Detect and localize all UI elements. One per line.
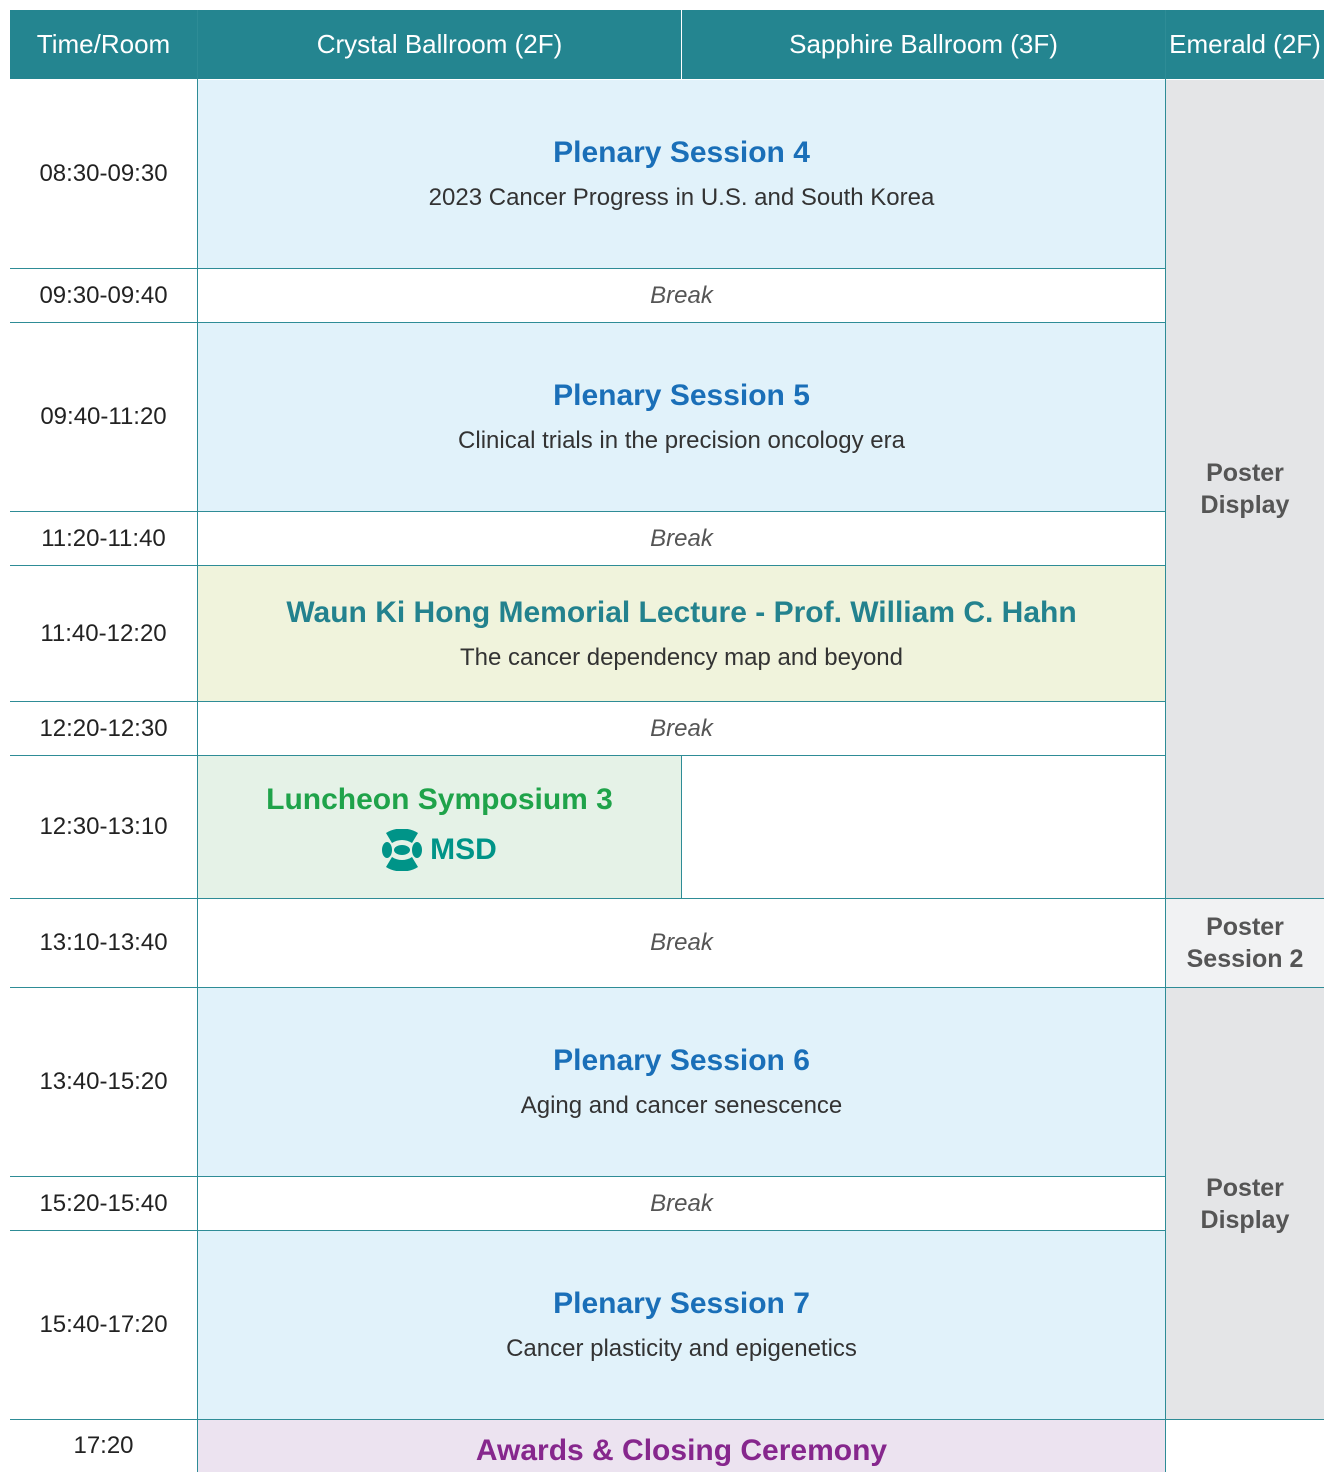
poster-session-2: Poster Session 2	[1166, 899, 1324, 987]
session-subtitle: 2023 Cancer Progress in U.S. and South K…	[428, 184, 935, 211]
time-label: 12:20-12:30	[39, 714, 168, 742]
time-cell: 09:30-09:40	[10, 269, 197, 322]
plenary-session-7: Plenary Session 7 Cancer plasticity and …	[198, 1231, 1165, 1419]
header-crystal-ballroom-label: Crystal Ballroom (2F)	[316, 29, 563, 59]
header-time-room: Time/Room	[10, 10, 197, 79]
header-time-room-label: Time/Room	[36, 29, 171, 59]
session-title: Luncheon Symposium 3	[266, 783, 613, 816]
header-sapphire-ballroom: Sapphire Ballroom (3F)	[682, 10, 1165, 79]
row-divider	[10, 898, 1324, 899]
time-label: 12:30-13:10	[39, 813, 168, 840]
poster-display-line1: Poster	[1206, 1173, 1284, 1202]
column-divider	[681, 756, 682, 898]
msd-logo-text: MSD	[430, 833, 497, 866]
poster-display-line1: Poster	[1206, 459, 1284, 487]
column-divider	[681, 10, 682, 79]
time-cell: 13:40-15:20	[10, 988, 197, 1176]
time-label: 11:20-11:40	[41, 524, 166, 552]
break-label: Break	[650, 929, 713, 956]
memorial-lecture: Waun Ki Hong Memorial Lecture - Prof. Wi…	[198, 566, 1165, 701]
session-title: Waun Ki Hong Memorial Lecture - Prof. Wi…	[286, 595, 1077, 629]
header-sapphire-ballroom-label: Sapphire Ballroom (3F)	[789, 29, 1058, 59]
time-label: 11:40-12:20	[40, 619, 167, 647]
break-cell: Break	[198, 702, 1165, 755]
poster-display-line2: Display	[1200, 491, 1290, 519]
break-cell: Break	[198, 1177, 1165, 1230]
conference-schedule: Time/Room Crystal Ballroom (2F) Sapphire…	[0, 0, 1324, 1472]
header-crystal-ballroom: Crystal Ballroom (2F)	[198, 10, 681, 79]
poster-display-morning: Poster Display	[1166, 80, 1324, 898]
poster-display-afternoon: Poster Display	[1166, 988, 1324, 1419]
poster-session-line1: Poster	[1206, 913, 1284, 941]
row-divider	[10, 755, 1166, 756]
break-cell: Break	[198, 899, 1165, 987]
time-label: 17:20	[73, 1432, 134, 1459]
luncheon-symposium-3: Luncheon Symposium 3 MSD	[198, 756, 681, 898]
time-label: 09:30-09:40	[39, 281, 168, 309]
plenary-session-5: Plenary Session 5 Clinical trials in the…	[198, 323, 1165, 511]
time-label: 13:40-15:20	[39, 1068, 168, 1095]
row-divider	[10, 322, 1166, 323]
time-label: 15:40-17:20	[39, 1311, 168, 1338]
time-cell: 11:40-12:20	[10, 566, 197, 701]
emerald-empty-cell	[1166, 1420, 1324, 1472]
time-cell: 15:20-15:40	[10, 1177, 197, 1230]
time-label: 15:20-15:40	[39, 1189, 168, 1217]
time-cell: 09:40-11:20	[10, 323, 197, 511]
time-label: 08:30-09:30	[39, 160, 168, 187]
break-label: Break	[650, 281, 713, 309]
row-divider	[10, 987, 1324, 988]
msd-logo-icon	[382, 829, 423, 871]
time-cell: 12:30-13:10	[10, 756, 197, 898]
break-label: Break	[650, 1189, 713, 1217]
time-cell: 12:20-12:30	[10, 702, 197, 755]
time-cell: 08:30-09:30	[10, 80, 197, 268]
header-emerald-label: Emerald (2F)	[1169, 29, 1321, 59]
session-subtitle: Clinical trials in the precision oncolog…	[458, 427, 905, 454]
session-subtitle: Aging and cancer senescence	[520, 1092, 843, 1119]
break-label: Break	[650, 524, 713, 552]
break-label: Break	[650, 714, 713, 742]
time-cell: 11:20-11:40	[10, 512, 197, 565]
session-title: Plenary Session 6	[553, 1044, 810, 1077]
row-divider	[10, 565, 1166, 566]
header-emerald: Emerald (2F)	[1166, 10, 1324, 79]
time-label: 09:40-11:20	[40, 403, 167, 430]
row-divider	[10, 1419, 1324, 1420]
row-divider	[10, 1230, 1166, 1231]
session-title: Awards & Closing Ceremony	[475, 1434, 888, 1467]
time-cell: 13:10-13:40	[10, 899, 197, 987]
poster-display-line2: Display	[1200, 1205, 1290, 1234]
column-divider	[197, 10, 198, 1472]
session-subtitle: Cancer plasticity and epigenetics	[506, 1335, 857, 1362]
session-title: Plenary Session 7	[553, 1287, 810, 1320]
plenary-session-4: Plenary Session 4 2023 Cancer Progress i…	[198, 80, 1165, 268]
row-divider	[10, 701, 1166, 702]
plenary-session-6: Plenary Session 6 Aging and cancer senes…	[198, 988, 1165, 1176]
session-subtitle: The cancer dependency map and beyond	[460, 643, 903, 671]
time-cell: 17:20	[10, 1420, 197, 1472]
session-title: Plenary Session 4	[553, 136, 810, 169]
row-divider	[10, 1176, 1166, 1177]
time-cell: 15:40-17:20	[10, 1231, 197, 1419]
break-cell: Break	[198, 269, 1165, 322]
msd-sponsor-logo: MSD	[382, 829, 497, 871]
break-cell: Break	[198, 512, 1165, 565]
time-label: 13:10-13:40	[39, 929, 168, 956]
session-title: Plenary Session 5	[553, 379, 810, 412]
poster-session-line2: Session 2	[1186, 945, 1304, 973]
awards-closing-ceremony: Awards & Closing Ceremony	[198, 1420, 1165, 1472]
column-divider	[1165, 10, 1166, 1472]
row-divider	[10, 511, 1166, 512]
sapphire-empty-cell	[682, 756, 1165, 898]
row-divider	[10, 268, 1166, 269]
